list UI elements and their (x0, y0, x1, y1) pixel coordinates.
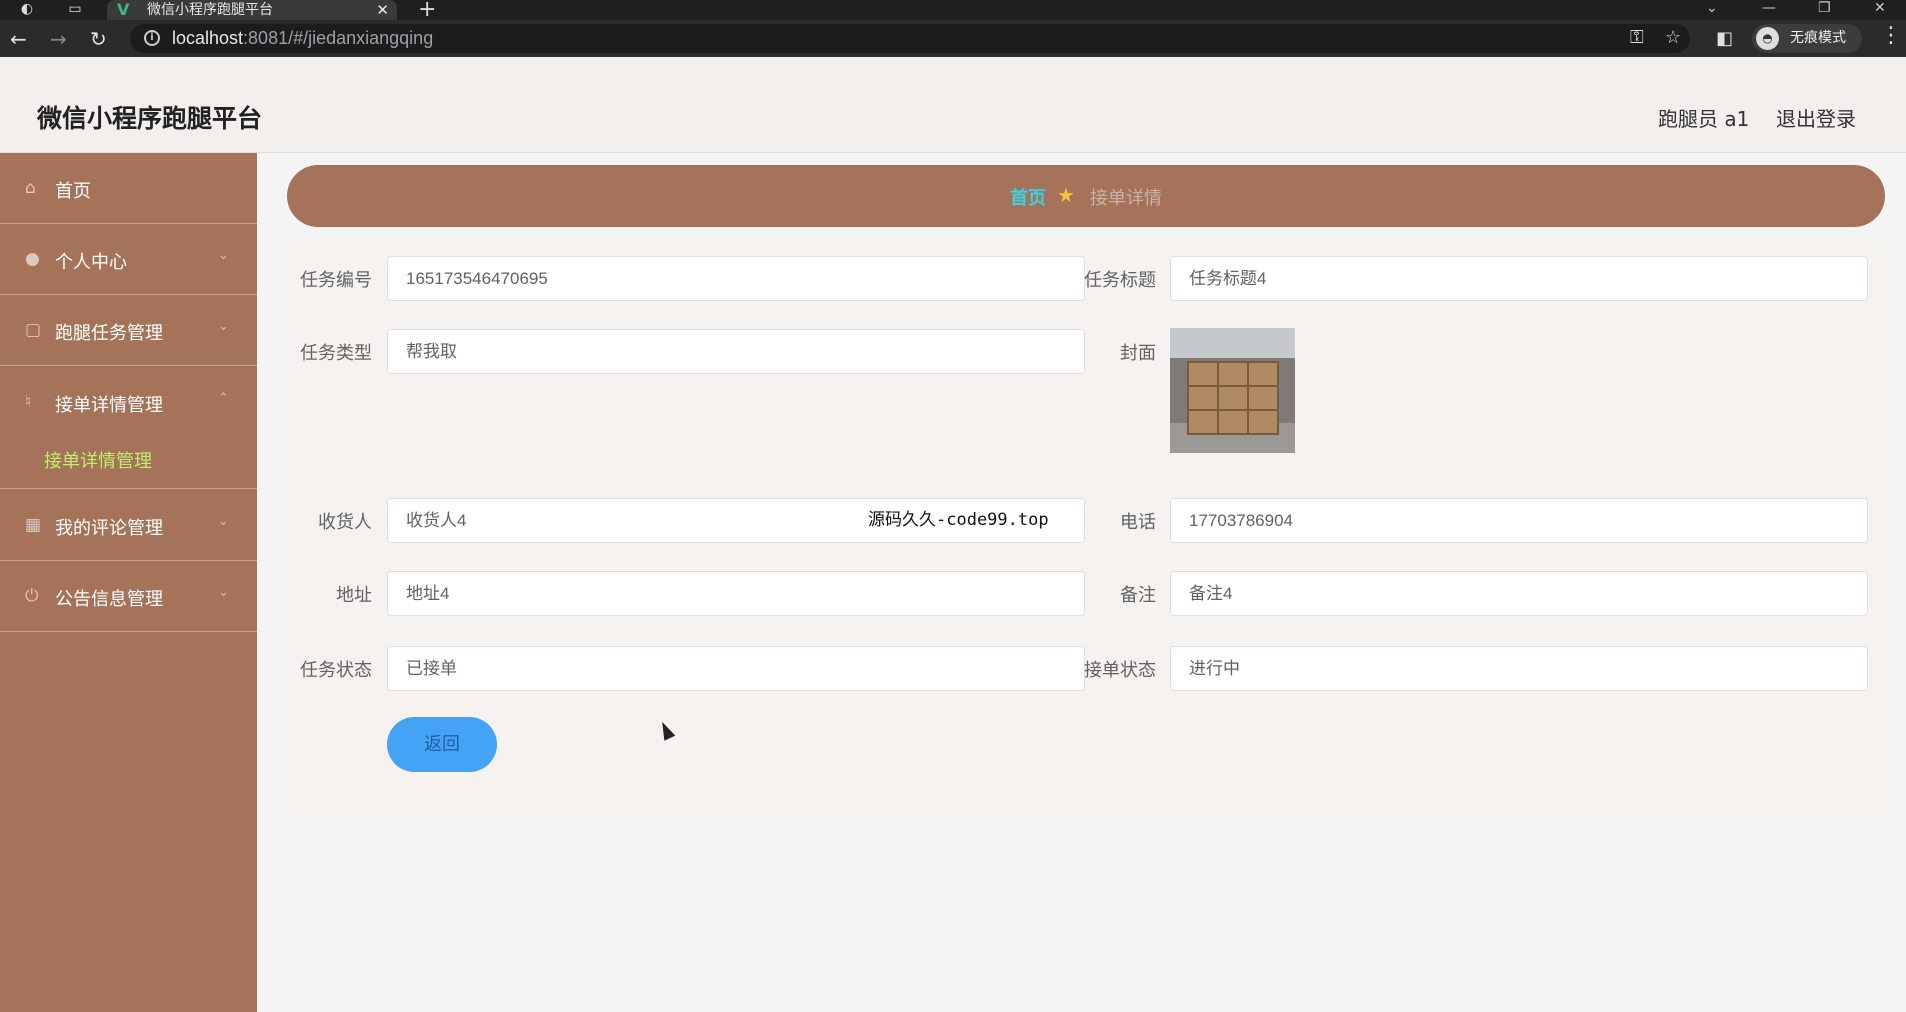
breadcrumb-current: 接单详情 (1090, 188, 1162, 209)
vue-favicon-icon: V (117, 0, 130, 19)
order-status-label: 接单状态 (1084, 660, 1156, 681)
comment-icon: ▦ (25, 515, 42, 535)
breadcrumb-home[interactable]: 首页 (1010, 184, 1046, 210)
list-icon: ▢ (25, 320, 42, 340)
task-type-label: 任务类型 (300, 343, 372, 364)
key-icon[interactable]: ⚿ (1630, 28, 1644, 48)
more-menu-icon[interactable]: ⋮ (1880, 24, 1902, 48)
address-label: 地址 (336, 585, 372, 606)
incognito-icon: ◓ (1756, 27, 1779, 50)
chevron-down-icon[interactable]: ⌄ (1706, 0, 1718, 16)
order-status-field[interactable]: 进行中 (1170, 646, 1868, 691)
sidebar-item-home[interactable]: ⌂ 首页 (0, 153, 257, 224)
site-title: 微信小程序跑腿平台 (37, 104, 263, 133)
task-title-field[interactable]: 任务标题4 (1170, 256, 1868, 301)
sidebar-item-label: 接单详情管理 (55, 395, 163, 416)
close-window-icon[interactable]: ✕ (1874, 0, 1886, 16)
chevron-down-icon: ⌄ (218, 319, 229, 334)
browser-tab[interactable]: V 微信小程序跑腿平台 ✕ (107, 0, 397, 20)
home-icon: ⌂ (25, 178, 36, 198)
tab-title: 微信小程序跑腿平台 (147, 2, 273, 18)
forward-arrow-icon[interactable]: → (50, 28, 67, 50)
star-icon: ★ (1057, 183, 1075, 207)
cover-label: 封面 (1120, 343, 1156, 364)
sidebar-item-label: 个人中心 (55, 252, 127, 273)
breadcrumb: 首页 ★ 接单详情 (287, 165, 1885, 227)
sidebar-item-errand-tasks[interactable]: ▢ 跑腿任务管理 ⌄ (0, 295, 257, 366)
chevron-up-icon: ⌃ (218, 391, 229, 406)
url-text: localhost:8081/#/jiedanxiangqing (172, 28, 434, 48)
sidebar-item-label: 我的评论管理 (55, 518, 163, 539)
tab-list-icon[interactable]: ▭ (66, 2, 84, 17)
close-tab-icon[interactable]: ✕ (376, 0, 389, 20)
sidebar-item-label: 跑腿任务管理 (55, 323, 163, 344)
browser-address-bar: ← → ↻ i localhost:8081/#/jiedanxiangqing… (0, 20, 1906, 57)
restore-icon[interactable]: ❐ (1818, 0, 1831, 16)
task-title-label: 任务标题 (1084, 270, 1156, 291)
site-info-icon[interactable]: i (144, 30, 160, 46)
sidebar-item-label: 公告信息管理 (55, 589, 163, 610)
remark-field[interactable]: 备注4 (1170, 571, 1868, 616)
new-tab-icon[interactable]: + (418, 0, 436, 21)
chevron-down-icon: ⌄ (218, 514, 229, 529)
incognito-label: 无痕模式 (1790, 30, 1846, 46)
logout-link[interactable]: 退出登录 (1776, 103, 1856, 132)
mic-icon: ♮ (25, 392, 32, 412)
receiver-label: 收货人 (318, 512, 372, 533)
sidebar-item-personal-center[interactable]: ● 个人中心 ⌄ (0, 224, 257, 295)
chrome-menu-icon[interactable]: ◐ (18, 2, 36, 17)
sidebar-item-label: 首页 (55, 181, 91, 202)
sidebar-subitem-order-details[interactable]: 接单详情管理 (0, 433, 257, 489)
sidebar: ⌂ 首页 ● 个人中心 ⌄ ▢ 跑腿任务管理 ⌄ ♮ 接单详情管理 ⌃ 接单详情… (0, 153, 257, 1012)
back-arrow-icon[interactable]: ← (10, 28, 27, 50)
power-icon: ⏻ (25, 586, 39, 606)
address-field[interactable]: 地址4 (387, 571, 1085, 616)
url-field[interactable]: i localhost:8081/#/jiedanxiangqing ⚿ ☆ (130, 24, 1690, 53)
sidepanel-icon[interactable]: ◧ (1716, 28, 1733, 50)
overlay-text: 源码久久-code99.top (868, 510, 1049, 530)
chevron-down-icon: ⌄ (218, 585, 229, 600)
bookmark-star-icon[interactable]: ☆ (1665, 28, 1681, 48)
task-type-field[interactable]: 帮我取 (387, 329, 1085, 374)
user-icon: ● (25, 249, 40, 269)
incognito-badge[interactable]: ◓ 无痕模式 (1752, 24, 1862, 53)
task-status-label: 任务状态 (300, 660, 372, 681)
browser-tab-bar: ◐ ▭ V 微信小程序跑腿平台 ✕ + ⌄ — ❐ ✕ (0, 0, 1906, 21)
phone-field[interactable]: 17703786904 (1170, 498, 1868, 543)
remark-label: 备注 (1120, 585, 1156, 606)
task-no-field[interactable]: 165173546470695 (387, 256, 1085, 301)
current-user: 跑腿员 a1 (1658, 107, 1750, 131)
cover-image (1170, 328, 1295, 453)
page-header: 微信小程序跑腿平台 跑腿员 a1 退出登录 (0, 57, 1906, 153)
task-no-label: 任务编号 (300, 270, 372, 291)
reload-icon[interactable]: ↻ (90, 28, 107, 50)
back-button[interactable]: 返回 (387, 717, 497, 772)
phone-label: 电话 (1120, 512, 1156, 533)
sidebar-subitem-label: 接单详情管理 (44, 451, 152, 472)
task-status-field[interactable]: 已接单 (387, 646, 1085, 691)
sidebar-item-announcements[interactable]: ⏻ 公告信息管理 ⌄ (0, 561, 257, 632)
minimize-icon[interactable]: — (1762, 0, 1776, 16)
chevron-down-icon: ⌄ (218, 248, 229, 263)
sidebar-item-my-comments[interactable]: ▦ 我的评论管理 ⌄ (0, 490, 257, 561)
